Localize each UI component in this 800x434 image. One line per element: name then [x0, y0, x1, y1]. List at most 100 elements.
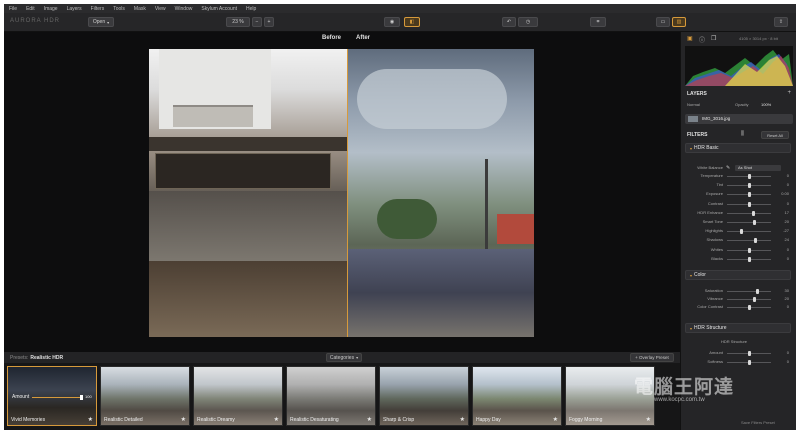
slider-knob[interactable] [753, 220, 756, 225]
save-filters-preset-button[interactable]: Save Filters Preset [741, 420, 775, 425]
categories-button[interactable]: Categories ▾ [326, 353, 362, 362]
menu-tools[interactable]: Tools [113, 6, 125, 12]
zoom-select[interactable]: 23 % [226, 17, 250, 27]
filter-library-icon[interactable]: ⫼ [741, 131, 744, 138]
slider-value[interactable]: 0 [773, 350, 789, 356]
hdr-structure-section[interactable]: ▾ HDR Structure [685, 323, 791, 333]
slider-track[interactable] [727, 220, 771, 225]
slider-value[interactable]: 24 [773, 237, 789, 243]
slider-value[interactable]: 20 [773, 296, 789, 302]
photo-preview[interactable] [149, 49, 534, 337]
preset-thumb[interactable]: Realistic Dreamy ★ [193, 366, 283, 426]
slider-value[interactable]: 0 [773, 359, 789, 365]
star-icon[interactable]: ★ [646, 416, 651, 423]
slider-track[interactable] [727, 256, 771, 262]
color-section[interactable]: ▾ Color [685, 270, 791, 280]
slider-knob[interactable] [756, 289, 759, 294]
amount-slider[interactable] [32, 397, 82, 398]
slider-value[interactable]: 0 [773, 173, 789, 179]
compare-button[interactable]: ◧ [404, 17, 420, 27]
open-button[interactable]: Open ▾ [88, 17, 114, 27]
slider-track[interactable] [727, 351, 771, 356]
menu-file[interactable]: File [9, 6, 17, 12]
zoom-out-button[interactable]: − [252, 17, 262, 27]
eyedropper-icon[interactable]: ✎ [726, 165, 730, 171]
slider-knob[interactable] [753, 297, 756, 302]
compare-split-handle[interactable] [347, 49, 348, 337]
canvas-area[interactable]: Before After [4, 32, 680, 352]
white-balance-select[interactable]: As Shot [735, 165, 781, 171]
slider-value[interactable]: 20 [773, 219, 789, 225]
preset-thumb[interactable]: Sharp & Crisp ★ [379, 366, 469, 426]
menu-view[interactable]: View [155, 6, 166, 12]
slider-value[interactable]: 0 [773, 201, 789, 207]
slider-knob[interactable] [748, 174, 751, 179]
preset-thumb[interactable]: Amount 100 Vivid Memories ★ [7, 366, 97, 426]
menu-edit[interactable]: Edit [26, 6, 35, 12]
preview-button[interactable]: ◉ [384, 17, 400, 27]
menu-image[interactable]: Image [44, 6, 58, 12]
layout-single-button[interactable]: ▭ [656, 17, 670, 27]
layers-icon[interactable]: ❐ [711, 35, 716, 42]
menu-window[interactable]: Window [175, 6, 193, 12]
slider-knob[interactable] [740, 229, 743, 235]
slider-knob[interactable] [748, 351, 751, 356]
star-icon[interactable]: ★ [88, 416, 93, 423]
slider-value[interactable]: 17 [773, 210, 789, 216]
opacity-value[interactable]: 100% [761, 102, 771, 107]
slider-track[interactable] [727, 201, 771, 207]
slider-track[interactable] [727, 210, 771, 216]
layer-item[interactable]: IMG_3016.jpg [685, 114, 793, 124]
hdr-basic-section[interactable]: ▾ HDR Basic [685, 143, 791, 153]
slider-track[interactable] [727, 360, 771, 365]
reset-all-button[interactable]: Reset All [761, 131, 789, 139]
slider-value[interactable]: 0 [773, 247, 789, 253]
slider-knob[interactable] [748, 256, 751, 262]
slider-value[interactable]: 30 [773, 288, 789, 294]
menu-help[interactable]: Help [246, 6, 256, 12]
menu-layers[interactable]: Layers [67, 6, 82, 12]
slider-knob[interactable] [748, 183, 751, 189]
share-button[interactable]: ⇪ [774, 17, 788, 27]
star-icon[interactable]: ★ [460, 416, 465, 423]
star-icon[interactable]: ★ [553, 416, 558, 423]
presets-category-name[interactable]: Realistic HDR [30, 355, 63, 361]
slider-value[interactable]: 0 [773, 304, 789, 310]
slider-knob[interactable] [748, 305, 751, 310]
histogram-icon[interactable]: ▣ [687, 35, 693, 42]
crop-button[interactable]: ⌗ [590, 17, 606, 27]
preset-thumb[interactable]: Happy Day ★ [472, 366, 562, 426]
overlay-preset-button[interactable]: + Overlay Preset [630, 353, 674, 362]
history-button[interactable]: ◷ [518, 17, 538, 27]
slider-track[interactable] [727, 192, 771, 198]
slider-knob[interactable] [752, 210, 755, 216]
star-icon[interactable]: ★ [274, 416, 279, 423]
preset-thumb[interactable]: Realistic Desaturating ★ [286, 366, 376, 426]
star-icon[interactable]: ★ [181, 416, 186, 423]
slider-track[interactable] [727, 238, 771, 244]
menu-skylum-account[interactable]: Skylum Account [201, 6, 237, 12]
layout-side-button[interactable]: ▥ [672, 17, 686, 27]
info-icon[interactable]: ⓘ [699, 35, 705, 44]
slider-value[interactable]: 0 [773, 182, 789, 188]
add-layer-icon[interactable]: + [787, 90, 791, 96]
slider-knob[interactable] [748, 247, 751, 253]
amount-knob[interactable] [80, 395, 83, 400]
slider-track[interactable] [727, 183, 771, 189]
slider-knob[interactable] [748, 360, 751, 365]
slider-track[interactable] [727, 289, 771, 294]
undo-button[interactable]: ↶ [502, 17, 516, 27]
slider-knob[interactable] [748, 192, 751, 198]
preset-thumb[interactable]: Realistic Detailed ★ [100, 366, 190, 426]
blend-mode[interactable]: Normal [687, 102, 700, 107]
menu-filters[interactable]: Filters [91, 6, 105, 12]
slider-knob[interactable] [754, 238, 757, 244]
slider-track[interactable] [727, 305, 771, 310]
filters-title[interactable]: FILTERS [687, 132, 707, 138]
slider-track[interactable] [727, 229, 771, 235]
slider-value[interactable]: 0 [773, 256, 789, 262]
slider-track[interactable] [727, 297, 771, 302]
slider-value[interactable]: 0.00 [773, 191, 789, 197]
star-icon[interactable]: ★ [367, 416, 372, 423]
slider-track[interactable] [727, 247, 771, 253]
